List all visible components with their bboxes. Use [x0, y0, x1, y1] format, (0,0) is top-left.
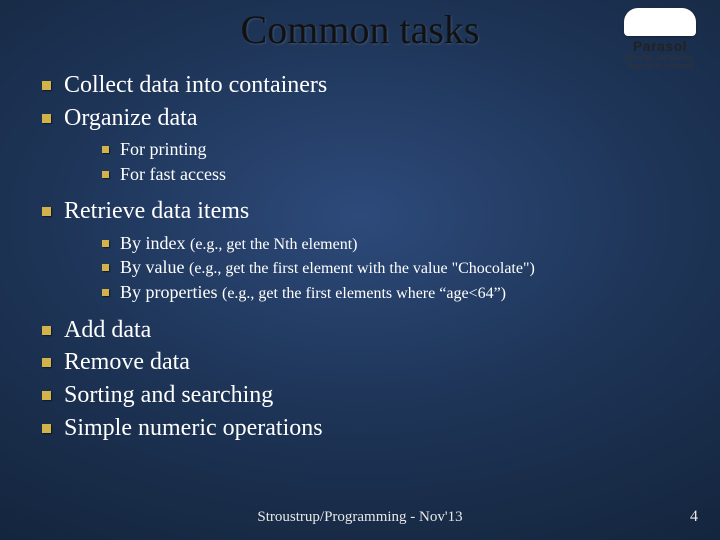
- slide-title: Common tasks: [0, 0, 720, 53]
- list-item: Simple numeric operations: [36, 413, 690, 444]
- list-item: For fast access: [98, 162, 690, 186]
- bullet-text: By value: [120, 257, 189, 277]
- bullet-text: Simple numeric operations: [64, 415, 323, 441]
- list-item: For printing: [98, 137, 690, 161]
- bullet-text: For fast access: [120, 164, 226, 184]
- bullet-paren: (e.g., get the Nth element): [190, 236, 358, 253]
- logo-university: Texas A&M University: [614, 63, 706, 70]
- list-item: Sorting and searching: [36, 380, 690, 411]
- list-item: Add data: [36, 315, 690, 346]
- logo-name: Parasol: [614, 38, 706, 54]
- page-number: 4: [690, 508, 698, 526]
- parasol-logo: Parasol Smarter computing. Texas A&M Uni…: [614, 8, 706, 70]
- list-item: Collect data into containers: [36, 70, 690, 101]
- bullet-text: For printing: [120, 139, 207, 159]
- logo-tagline: Smarter computing.: [614, 53, 706, 62]
- list-item: By properties (e.g., get the first eleme…: [98, 280, 690, 305]
- slide: Common tasks Parasol Smarter computing. …: [0, 0, 720, 540]
- bullet-paren: (e.g., get the first elements where “age…: [222, 285, 506, 302]
- bullet-text: Retrieve data items: [64, 198, 249, 224]
- bullet-text: Add data: [64, 317, 151, 343]
- list-item: By value (e.g., get the first element wi…: [98, 255, 690, 280]
- list-item: Remove data: [36, 347, 690, 378]
- list-item: By index (e.g., get the Nth element): [98, 231, 690, 256]
- bullet-list: Collect data into containers Organize da…: [36, 70, 690, 443]
- list-item: Retrieve data items By index (e.g., get …: [36, 196, 690, 305]
- sub-list: By index (e.g., get the Nth element) By …: [98, 231, 690, 305]
- slide-footer: Stroustrup/Programming - Nov'13: [0, 509, 720, 526]
- bullet-text: By properties: [120, 282, 222, 302]
- parasol-icon: [624, 8, 696, 36]
- bullet-text: Sorting and searching: [64, 382, 273, 408]
- bullet-text: By index: [120, 233, 190, 253]
- sub-list: For printing For fast access: [98, 137, 690, 186]
- bullet-text: Remove data: [64, 349, 190, 375]
- list-item: Organize data For printing For fast acce…: [36, 103, 690, 186]
- bullet-text: Collect data into containers: [64, 72, 327, 98]
- bullet-paren: (e.g., get the first element with the va…: [189, 260, 535, 277]
- slide-body: Collect data into containers Organize da…: [36, 70, 690, 445]
- bullet-text: Organize data: [64, 105, 198, 131]
